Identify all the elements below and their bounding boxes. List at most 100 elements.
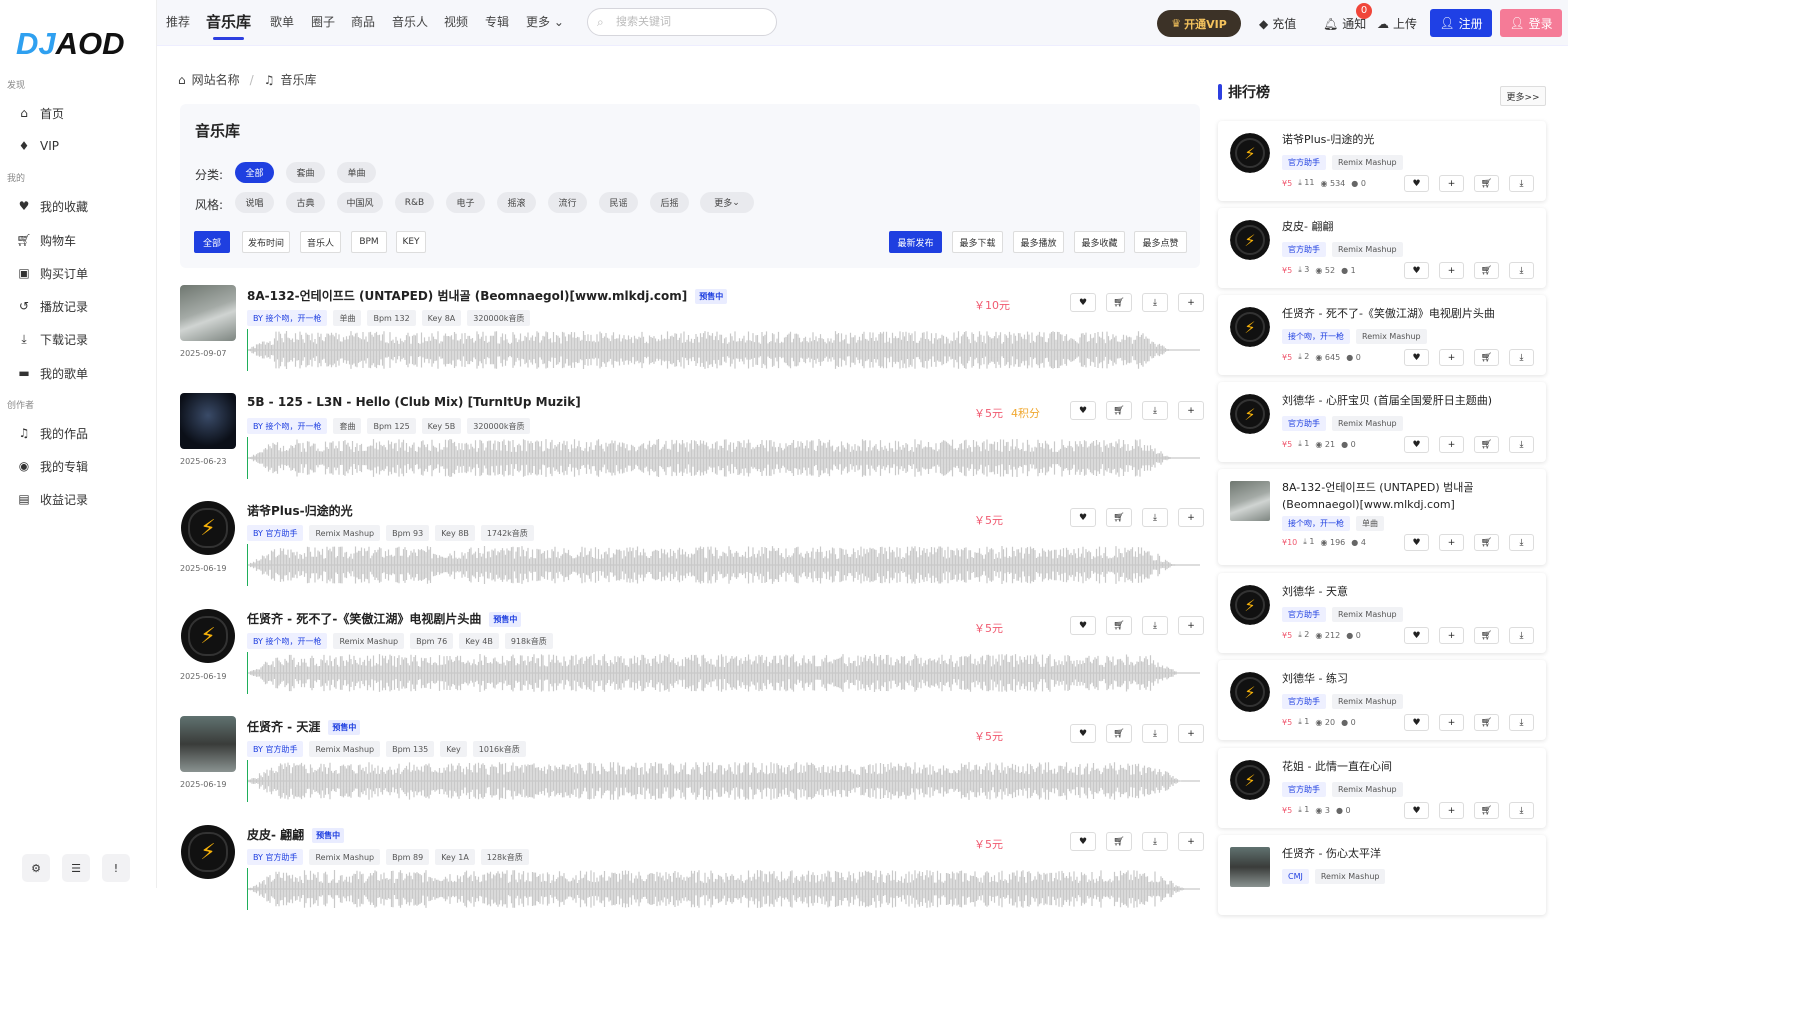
style-chip[interactable]: 说唱 — [235, 192, 274, 213]
ranking-author-tag[interactable]: 接个吻，开一枪 — [1282, 516, 1350, 531]
like-button[interactable]: ♥ — [1404, 262, 1429, 279]
track-cover[interactable] — [180, 716, 236, 772]
add-button[interactable]: + — [1439, 349, 1464, 366]
sort-field-button[interactable]: KEY — [396, 231, 426, 253]
like-button[interactable]: ♥ — [1404, 714, 1429, 731]
download-button[interactable]: ⤓ — [1509, 436, 1534, 453]
add-button[interactable]: + — [1439, 262, 1464, 279]
like-button[interactable]: ♥ — [1404, 436, 1429, 453]
ranking-item[interactable]: ⚡ 任贤齐 - 死不了-《笑傲江湖》电视剧片头曲 接个吻，开一枪 Remix Mash… — [1218, 295, 1546, 375]
track-cover[interactable]: ⚡ — [180, 824, 236, 880]
ranking-title-text[interactable]: 刘德华 - 天意 — [1282, 583, 1532, 600]
tab-6[interactable]: 视频 — [444, 13, 468, 30]
track-author-tag[interactable]: BY 官方助手 — [247, 849, 304, 865]
ranking-title-text[interactable]: 皮皮- 翩翩 — [1282, 218, 1532, 235]
tab-0[interactable]: 推荐 — [166, 13, 190, 30]
ranking-author-tag[interactable]: CMJ — [1282, 869, 1309, 884]
track-title[interactable]: 任贤齐 - 死不了-《笑傲江湖》电视剧片头曲 预售中 — [247, 610, 522, 627]
add-button[interactable]: + — [1178, 724, 1204, 743]
waveform[interactable] — [247, 652, 1200, 694]
ranking-title-text[interactable]: 诺爷Plus-归途的光 — [1282, 131, 1532, 148]
add-cart-button[interactable]: 🛒︎ — [1474, 175, 1499, 192]
site-logo[interactable]: DJAOD — [16, 26, 125, 62]
style-chip[interactable]: R&B — [395, 192, 434, 213]
ranking-author-tag[interactable]: 接个吻，开一枪 — [1282, 329, 1350, 344]
ranking-title-text[interactable]: 刘德华 - 练习 — [1282, 670, 1532, 687]
track-title[interactable]: 任贤齐 - 天涯 预售中 — [247, 718, 361, 735]
ranking-author-tag[interactable]: 官方助手 — [1282, 607, 1326, 622]
add-button[interactable]: + — [1178, 832, 1204, 851]
add-cart-button[interactable]: 🛒︎ — [1474, 262, 1499, 279]
add-button[interactable]: + — [1439, 534, 1464, 551]
sidebar-item-history[interactable]: ↺ 播放记录 — [16, 294, 88, 318]
sidebar-item-bag[interactable]: ▣ 购买订单 — [16, 261, 88, 285]
track-title[interactable]: 5B - 125 - L3N - Hello (Club Mix) [TurnI… — [247, 395, 581, 409]
like-button[interactable]: ♥ — [1070, 616, 1096, 635]
like-button[interactable]: ♥ — [1404, 534, 1429, 551]
category-chip[interactable]: 全部 — [235, 162, 274, 183]
like-button[interactable]: ♥ — [1070, 832, 1096, 851]
like-button[interactable]: ♥ — [1070, 293, 1096, 312]
tab-8[interactable]: 更多 ⌄ — [526, 13, 564, 30]
ranking-more-button[interactable]: 更多>> — [1500, 86, 1546, 106]
style-chip[interactable]: 电子 — [446, 192, 485, 213]
sort-order-button[interactable]: 最多点赞 — [1134, 231, 1187, 253]
ranking-item[interactable]: ⚡ 刘德华 - 心肝宝贝 (首届全国爱肝日主题曲) 官方助手 Remix Mashup… — [1218, 382, 1546, 462]
track-author-tag[interactable]: BY 接个吻，开一枪 — [247, 633, 328, 649]
sort-field-button[interactable]: 音乐人 — [300, 231, 341, 253]
sort-order-button[interactable]: 最新发布 — [889, 231, 942, 253]
add-cart-button[interactable]: 🛒︎ — [1474, 349, 1499, 366]
style-chip[interactable]: 古典 — [286, 192, 325, 213]
ranking-item[interactable]: ⚡ 皮皮- 翩翩 官方助手 Remix Mashup ¥5 ⤓ 3 ◉ 52 ● 1 ♥ + 🛒︎ ⤓ — [1218, 208, 1546, 288]
track-cover[interactable]: ⚡ — [180, 608, 236, 664]
like-button[interactable]: ♥ — [1404, 175, 1429, 192]
ranking-author-tag[interactable]: 官方助手 — [1282, 782, 1326, 797]
download-button[interactable]: ⤓ — [1142, 401, 1168, 420]
download-button[interactable]: ⤓ — [1142, 508, 1168, 527]
waveform[interactable] — [247, 760, 1200, 802]
download-button[interactable]: ⤓ — [1509, 534, 1534, 551]
ranking-item[interactable]: ⚡ 花姐 - 此情一直在心间 官方助手 Remix Mashup ¥5 ⤓ 1 ◉ 3 ● 0… — [1218, 748, 1546, 828]
style-chip[interactable]: 中国风 — [337, 192, 383, 213]
style-chip[interactable]: 流行 — [548, 192, 587, 213]
download-button[interactable]: ⤓ — [1509, 262, 1534, 279]
add-button[interactable]: + — [1439, 802, 1464, 819]
download-button[interactable]: ⤓ — [1509, 714, 1534, 731]
download-button[interactable]: ⤓ — [1142, 293, 1168, 312]
sidebar-item-home[interactable]: ⌂ 首页 — [16, 101, 64, 125]
style-chip[interactable]: 更多 ⌄ — [700, 192, 754, 213]
track-title[interactable]: 皮皮- 翩翩 预售中 — [247, 826, 345, 843]
track-cover[interactable] — [180, 393, 236, 449]
info-button[interactable]: ! — [102, 854, 130, 882]
add-cart-button[interactable]: 🛒︎ — [1474, 714, 1499, 731]
tab-1[interactable]: 音乐库 — [206, 11, 251, 40]
download-button[interactable]: ⤓ — [1142, 616, 1168, 635]
download-button[interactable]: ⤓ — [1142, 724, 1168, 743]
sort-field-button[interactable]: 发布时间 — [242, 231, 290, 253]
category-chip[interactable]: 单曲 — [337, 162, 376, 183]
add-cart-button[interactable]: 🛒︎ — [1474, 802, 1499, 819]
add-button[interactable]: + — [1439, 627, 1464, 644]
track-cover[interactable] — [180, 285, 236, 341]
tab-5[interactable]: 音乐人 — [392, 13, 428, 30]
like-button[interactable]: ♥ — [1404, 802, 1429, 819]
register-button[interactable]: 👤︎ 注册 — [1430, 9, 1492, 37]
ranking-title-text[interactable]: 刘德华 - 心肝宝贝 (首届全国爱肝日主题曲) — [1282, 392, 1532, 409]
ranking-title-text[interactable]: 任贤齐 - 伤心太平洋 — [1282, 845, 1532, 862]
track-cover[interactable]: ⚡ — [180, 500, 236, 556]
download-button[interactable]: ⤓ — [1509, 349, 1534, 366]
waveform[interactable] — [247, 544, 1200, 586]
category-chip[interactable]: 套曲 — [286, 162, 325, 183]
add-cart-button[interactable]: 🛒︎ — [1106, 832, 1132, 851]
add-cart-button[interactable]: 🛒︎ — [1474, 436, 1499, 453]
add-button[interactable]: + — [1439, 436, 1464, 453]
settings-button[interactable]: ⚙ — [22, 854, 50, 882]
ranking-item[interactable]: ⚡ 刘德华 - 练习 官方助手 Remix Mashup ¥5 ⤓ 1 ◉ 20 ● 0 ♥ + 🛒… — [1218, 660, 1546, 740]
ranking-item[interactable]: 8A-132-언테이프드 (UNTAPED) 범내골 (Beomnaegol)[… — [1218, 469, 1546, 565]
ranking-title-text[interactable]: 任贤齐 - 死不了-《笑傲江湖》电视剧片头曲 — [1282, 305, 1532, 322]
add-cart-button[interactable]: 🛒︎ — [1106, 401, 1132, 420]
sidebar-item-cart[interactable]: 🛒︎ 购物车 — [16, 228, 76, 252]
add-cart-button[interactable]: 🛒︎ — [1474, 627, 1499, 644]
waveform[interactable] — [247, 329, 1200, 371]
add-cart-button[interactable]: 🛒︎ — [1474, 534, 1499, 551]
